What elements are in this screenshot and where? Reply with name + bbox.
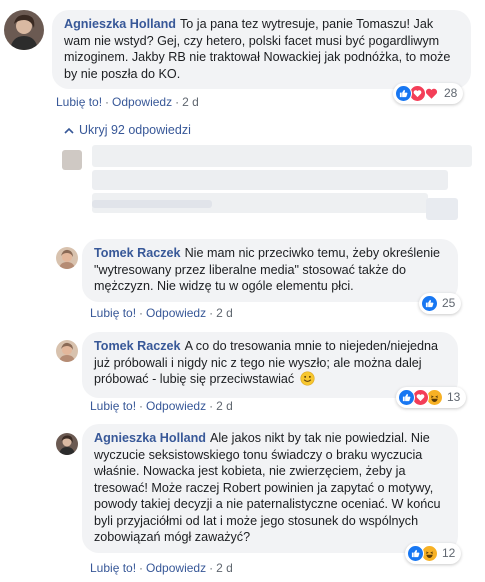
comment-bubble: Tomek Raczek Nie mam nic przeciwko temu, … <box>82 239 458 302</box>
timestamp[interactable]: 2 d <box>216 561 233 575</box>
reactions-summary[interactable]: 12 <box>405 543 462 564</box>
smile-emoji-icon <box>300 371 315 391</box>
blurred-reaction <box>426 198 458 220</box>
comment-text: Ale jakos nikt by tak nie powiedzial. Ni… <box>94 431 441 544</box>
like-reaction-icon <box>395 85 412 102</box>
reactions-summary[interactable]: 28 <box>393 83 464 104</box>
reactions-summary[interactable]: 13 <box>396 387 467 408</box>
reply-button[interactable]: Odpowiedz <box>146 306 206 320</box>
blurred-avatar <box>62 150 82 170</box>
comment-actions: Lubię to! · Odpowiedz · 2 d <box>90 305 233 322</box>
reactions-summary[interactable]: 25 <box>419 293 462 314</box>
blurred-text <box>92 170 448 190</box>
hide-replies-link[interactable]: Ukryj 92 odpowiedzi <box>64 122 191 139</box>
blurred-text <box>92 200 212 208</box>
like-reaction-icon <box>421 295 438 312</box>
separator: · <box>209 561 214 575</box>
comment-author[interactable]: Tomek Raczek <box>94 246 181 260</box>
timestamp[interactable]: 2 d <box>182 95 199 109</box>
avatar[interactable] <box>56 340 78 362</box>
comment-actions: Lubię to! · Odpowiedz · 2 d <box>90 398 233 415</box>
comment-actions: Lubię to! · Odpowiedz · 2 d <box>90 560 233 577</box>
reply-button[interactable]: Odpowiedz <box>112 95 172 109</box>
reply-button[interactable]: Odpowiedz <box>146 561 206 575</box>
separator: · <box>209 399 214 413</box>
separator: · <box>175 95 180 109</box>
avatar[interactable] <box>56 433 78 455</box>
hide-replies-label: Ukryj 92 odpowiedzi <box>79 123 191 137</box>
like-button[interactable]: Lubię to! <box>90 399 136 413</box>
like-reaction-icon <box>407 545 424 562</box>
comment-author[interactable]: Agnieszka Holland <box>64 17 176 31</box>
comment-bubble: Agnieszka Holland Ale jakos nikt by tak n… <box>82 424 458 553</box>
like-reaction-icon <box>398 389 415 406</box>
chevron-up-icon <box>64 122 74 139</box>
comment-author[interactable]: Tomek Raczek <box>94 339 181 353</box>
comment-actions: Lubię to! · Odpowiedz · 2 d <box>56 94 199 111</box>
like-button[interactable]: Lubię to! <box>56 95 102 109</box>
separator: · <box>209 306 214 320</box>
comment-bubble: Agnieszka Holland To ja pana tez wytresuj… <box>52 10 471 89</box>
separator: · <box>105 95 110 109</box>
avatar[interactable] <box>4 10 44 50</box>
reaction-count: 12 <box>442 546 456 561</box>
timestamp[interactable]: 2 d <box>216 306 233 320</box>
like-button[interactable]: Lubię to! <box>90 306 136 320</box>
reaction-count: 28 <box>444 86 458 101</box>
separator: · <box>139 561 144 575</box>
timestamp[interactable]: 2 d <box>216 399 233 413</box>
comment-author[interactable]: Agnieszka Holland <box>94 431 206 445</box>
separator: · <box>139 399 144 413</box>
like-button[interactable]: Lubię to! <box>90 561 136 575</box>
reaction-count: 25 <box>442 296 456 311</box>
separator: · <box>139 306 144 320</box>
avatar[interactable] <box>56 247 78 269</box>
reaction-count: 13 <box>447 390 461 405</box>
reply-button[interactable]: Odpowiedz <box>146 399 206 413</box>
blurred-text <box>92 145 472 167</box>
